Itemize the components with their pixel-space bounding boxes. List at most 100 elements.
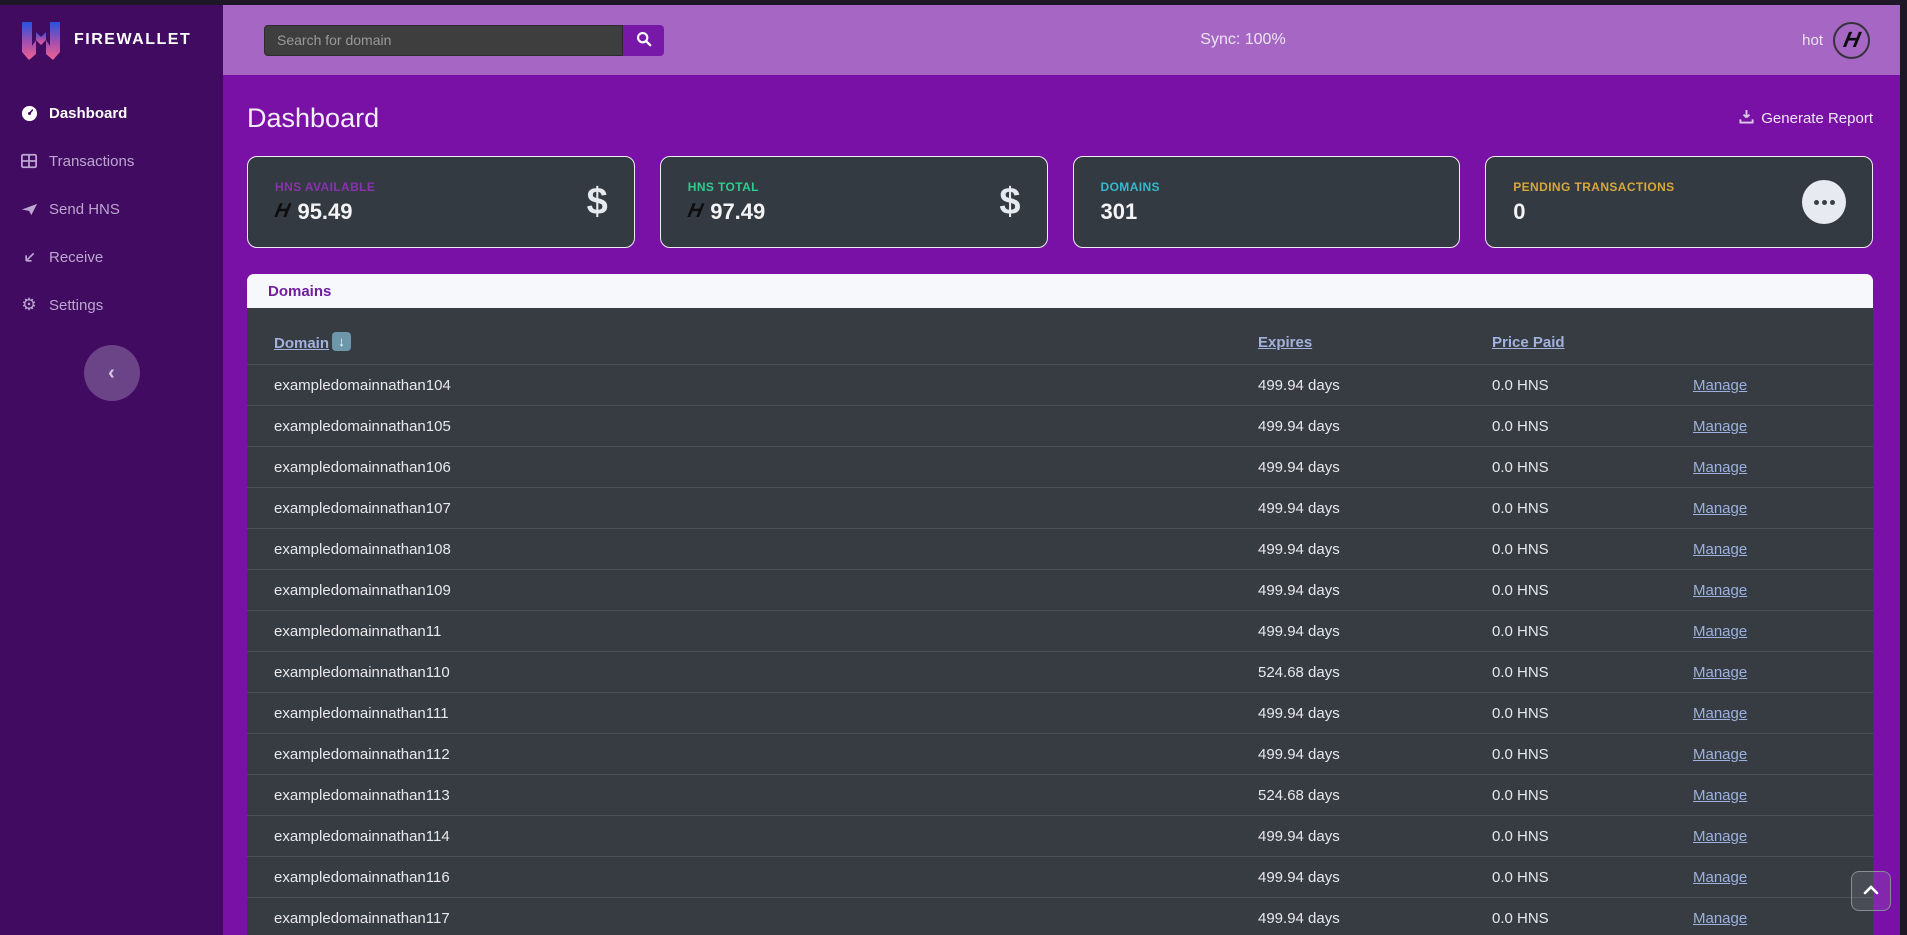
card-value: 0 (1513, 199, 1674, 225)
hns-h-glyph: H (1841, 27, 1862, 53)
manage-link[interactable]: Manage (1693, 828, 1747, 845)
sidebar-item-label: Send HNS (49, 201, 120, 218)
sidebar-collapse-button[interactable]: ‹ (84, 345, 140, 401)
sidebar-item-dashboard[interactable]: Dashboard (0, 89, 223, 137)
manage-link[interactable]: Manage (1693, 500, 1747, 517)
table-row: exampledomainnathan108 499.94 days 0.0 H… (247, 529, 1873, 570)
sync-status: Sync: 100% (1163, 31, 1323, 49)
card-hns-total: HNS TOTAL H 97.49 $ (660, 156, 1048, 248)
card-label: HNS AVAILABLE (275, 180, 375, 194)
price-cell: 0.0 HNS (1492, 857, 1693, 898)
sidebar-nav: Dashboard Transactions Send HNS Receive (0, 89, 223, 329)
card-label: DOMAINS (1101, 180, 1160, 194)
manage-link[interactable]: Manage (1693, 664, 1747, 681)
domain-cell: exampledomainnathan108 (247, 529, 1258, 570)
expires-cell: 499.94 days (1258, 529, 1492, 570)
wallet-name: hot (1802, 32, 1823, 49)
domain-searchbox (264, 25, 664, 56)
expires-cell: 499.94 days (1258, 734, 1492, 775)
stat-cards: HNS AVAILABLE H 95.49 $ HNS TOTAL H 97.4… (247, 156, 1873, 248)
search-input[interactable] (264, 25, 623, 56)
domain-cell: exampledomainnathan11 (247, 611, 1258, 652)
domain-cell: exampledomainnathan113 (247, 775, 1258, 816)
main-area: Sync: 100% hot H Dashboard Generate Repo… (223, 5, 1900, 935)
sidebar-item-label: Receive (49, 249, 103, 266)
price-cell: 0.0 HNS (1492, 693, 1693, 734)
manage-link[interactable]: Manage (1693, 746, 1747, 763)
domains-table-body: exampledomainnathan104 499.94 days 0.0 H… (247, 365, 1873, 935)
manage-link[interactable]: Manage (1693, 582, 1747, 599)
manage-link[interactable]: Manage (1693, 869, 1747, 886)
ellipsis-icon[interactable] (1802, 180, 1846, 224)
search-button[interactable] (623, 25, 664, 56)
table-row: exampledomainnathan106 499.94 days 0.0 H… (247, 447, 1873, 488)
expires-cell: 499.94 days (1258, 488, 1492, 529)
card-value-text: 0 (1513, 199, 1525, 225)
sidebar-item-send-hns[interactable]: Send HNS (0, 185, 223, 233)
topbar: Sync: 100% hot H (223, 5, 1900, 75)
price-cell: 0.0 HNS (1492, 406, 1693, 447)
card-value: H 95.49 (275, 199, 375, 225)
handshake-h-icon[interactable]: H (1833, 22, 1870, 59)
paper-plane-icon (20, 200, 38, 218)
card-text: DOMAINS 301 (1101, 180, 1160, 225)
scroll-to-top-button[interactable] (1851, 871, 1891, 911)
sidebar: FIREWALLET Dashboard Transactions Send H… (0, 5, 223, 935)
manage-link[interactable]: Manage (1693, 541, 1747, 558)
domains-table: Domain↓ Expires Price Paid exa (247, 308, 1873, 935)
domain-cell: exampledomainnathan106 (247, 447, 1258, 488)
manage-link[interactable]: Manage (1693, 705, 1747, 722)
card-value: 301 (1101, 199, 1160, 225)
sidebar-item-settings[interactable]: ⚙ Settings (0, 281, 223, 329)
card-value: H 97.49 (688, 199, 766, 225)
domain-cell: exampledomainnathan111 (247, 693, 1258, 734)
table-row: exampledomainnathan117 499.94 days 0.0 H… (247, 898, 1873, 935)
card-text: HNS AVAILABLE H 95.49 (275, 180, 375, 225)
manage-link[interactable]: Manage (1693, 459, 1747, 476)
card-value-text: 97.49 (710, 199, 765, 225)
domain-cell: exampledomainnathan104 (247, 365, 1258, 406)
domain-cell: exampledomainnathan117 (247, 898, 1258, 935)
expires-cell: 524.68 days (1258, 652, 1492, 693)
domain-cell: exampledomainnathan114 (247, 816, 1258, 857)
generate-report-button[interactable]: Generate Report (1739, 109, 1873, 128)
table-row: exampledomainnathan107 499.94 days 0.0 H… (247, 488, 1873, 529)
sidebar-item-receive[interactable]: Receive (0, 233, 223, 281)
sidebar-item-transactions[interactable]: Transactions (0, 137, 223, 185)
manage-link[interactable]: Manage (1693, 623, 1747, 640)
domain-cell: exampledomainnathan105 (247, 406, 1258, 447)
brand[interactable]: FIREWALLET (0, 5, 223, 75)
price-cell: 0.0 HNS (1492, 898, 1693, 935)
column-header-domain[interactable]: Domain (274, 335, 329, 352)
chevron-up-icon (1863, 882, 1879, 900)
expires-cell: 499.94 days (1258, 857, 1492, 898)
manage-link[interactable]: Manage (1693, 418, 1747, 435)
price-cell: 0.0 HNS (1492, 611, 1693, 652)
tachometer-icon (20, 104, 38, 122)
column-header-price-paid[interactable]: Price Paid (1492, 334, 1565, 351)
domains-panel: Domains Domain↓ Expires (247, 274, 1873, 935)
sidebar-item-label: Settings (49, 297, 103, 314)
column-header-expires[interactable]: Expires (1258, 334, 1312, 351)
manage-link[interactable]: Manage (1693, 787, 1747, 804)
sidebar-item-label: Dashboard (49, 105, 127, 122)
wallet-menu[interactable]: hot H (1802, 22, 1870, 59)
download-icon (1739, 109, 1754, 128)
table-row: exampledomainnathan109 499.94 days 0.0 H… (247, 570, 1873, 611)
price-cell: 0.0 HNS (1492, 529, 1693, 570)
card-value-text: 301 (1101, 199, 1138, 225)
card-domains: DOMAINS 301 (1073, 156, 1461, 248)
price-cell: 0.0 HNS (1492, 816, 1693, 857)
sort-descending-icon[interactable]: ↓ (332, 332, 351, 351)
expires-cell: 499.94 days (1258, 898, 1492, 935)
gear-icon: ⚙ (20, 296, 38, 314)
manage-link[interactable]: Manage (1693, 910, 1747, 927)
table-row: exampledomainnathan110 524.68 days 0.0 H… (247, 652, 1873, 693)
search-icon (636, 31, 652, 50)
table-row: exampledomainnathan104 499.94 days 0.0 H… (247, 365, 1873, 406)
sidebar-item-label: Transactions (49, 153, 134, 170)
card-value-text: 95.49 (297, 199, 352, 225)
price-cell: 0.0 HNS (1492, 365, 1693, 406)
manage-link[interactable]: Manage (1693, 377, 1747, 394)
expires-cell: 499.94 days (1258, 693, 1492, 734)
